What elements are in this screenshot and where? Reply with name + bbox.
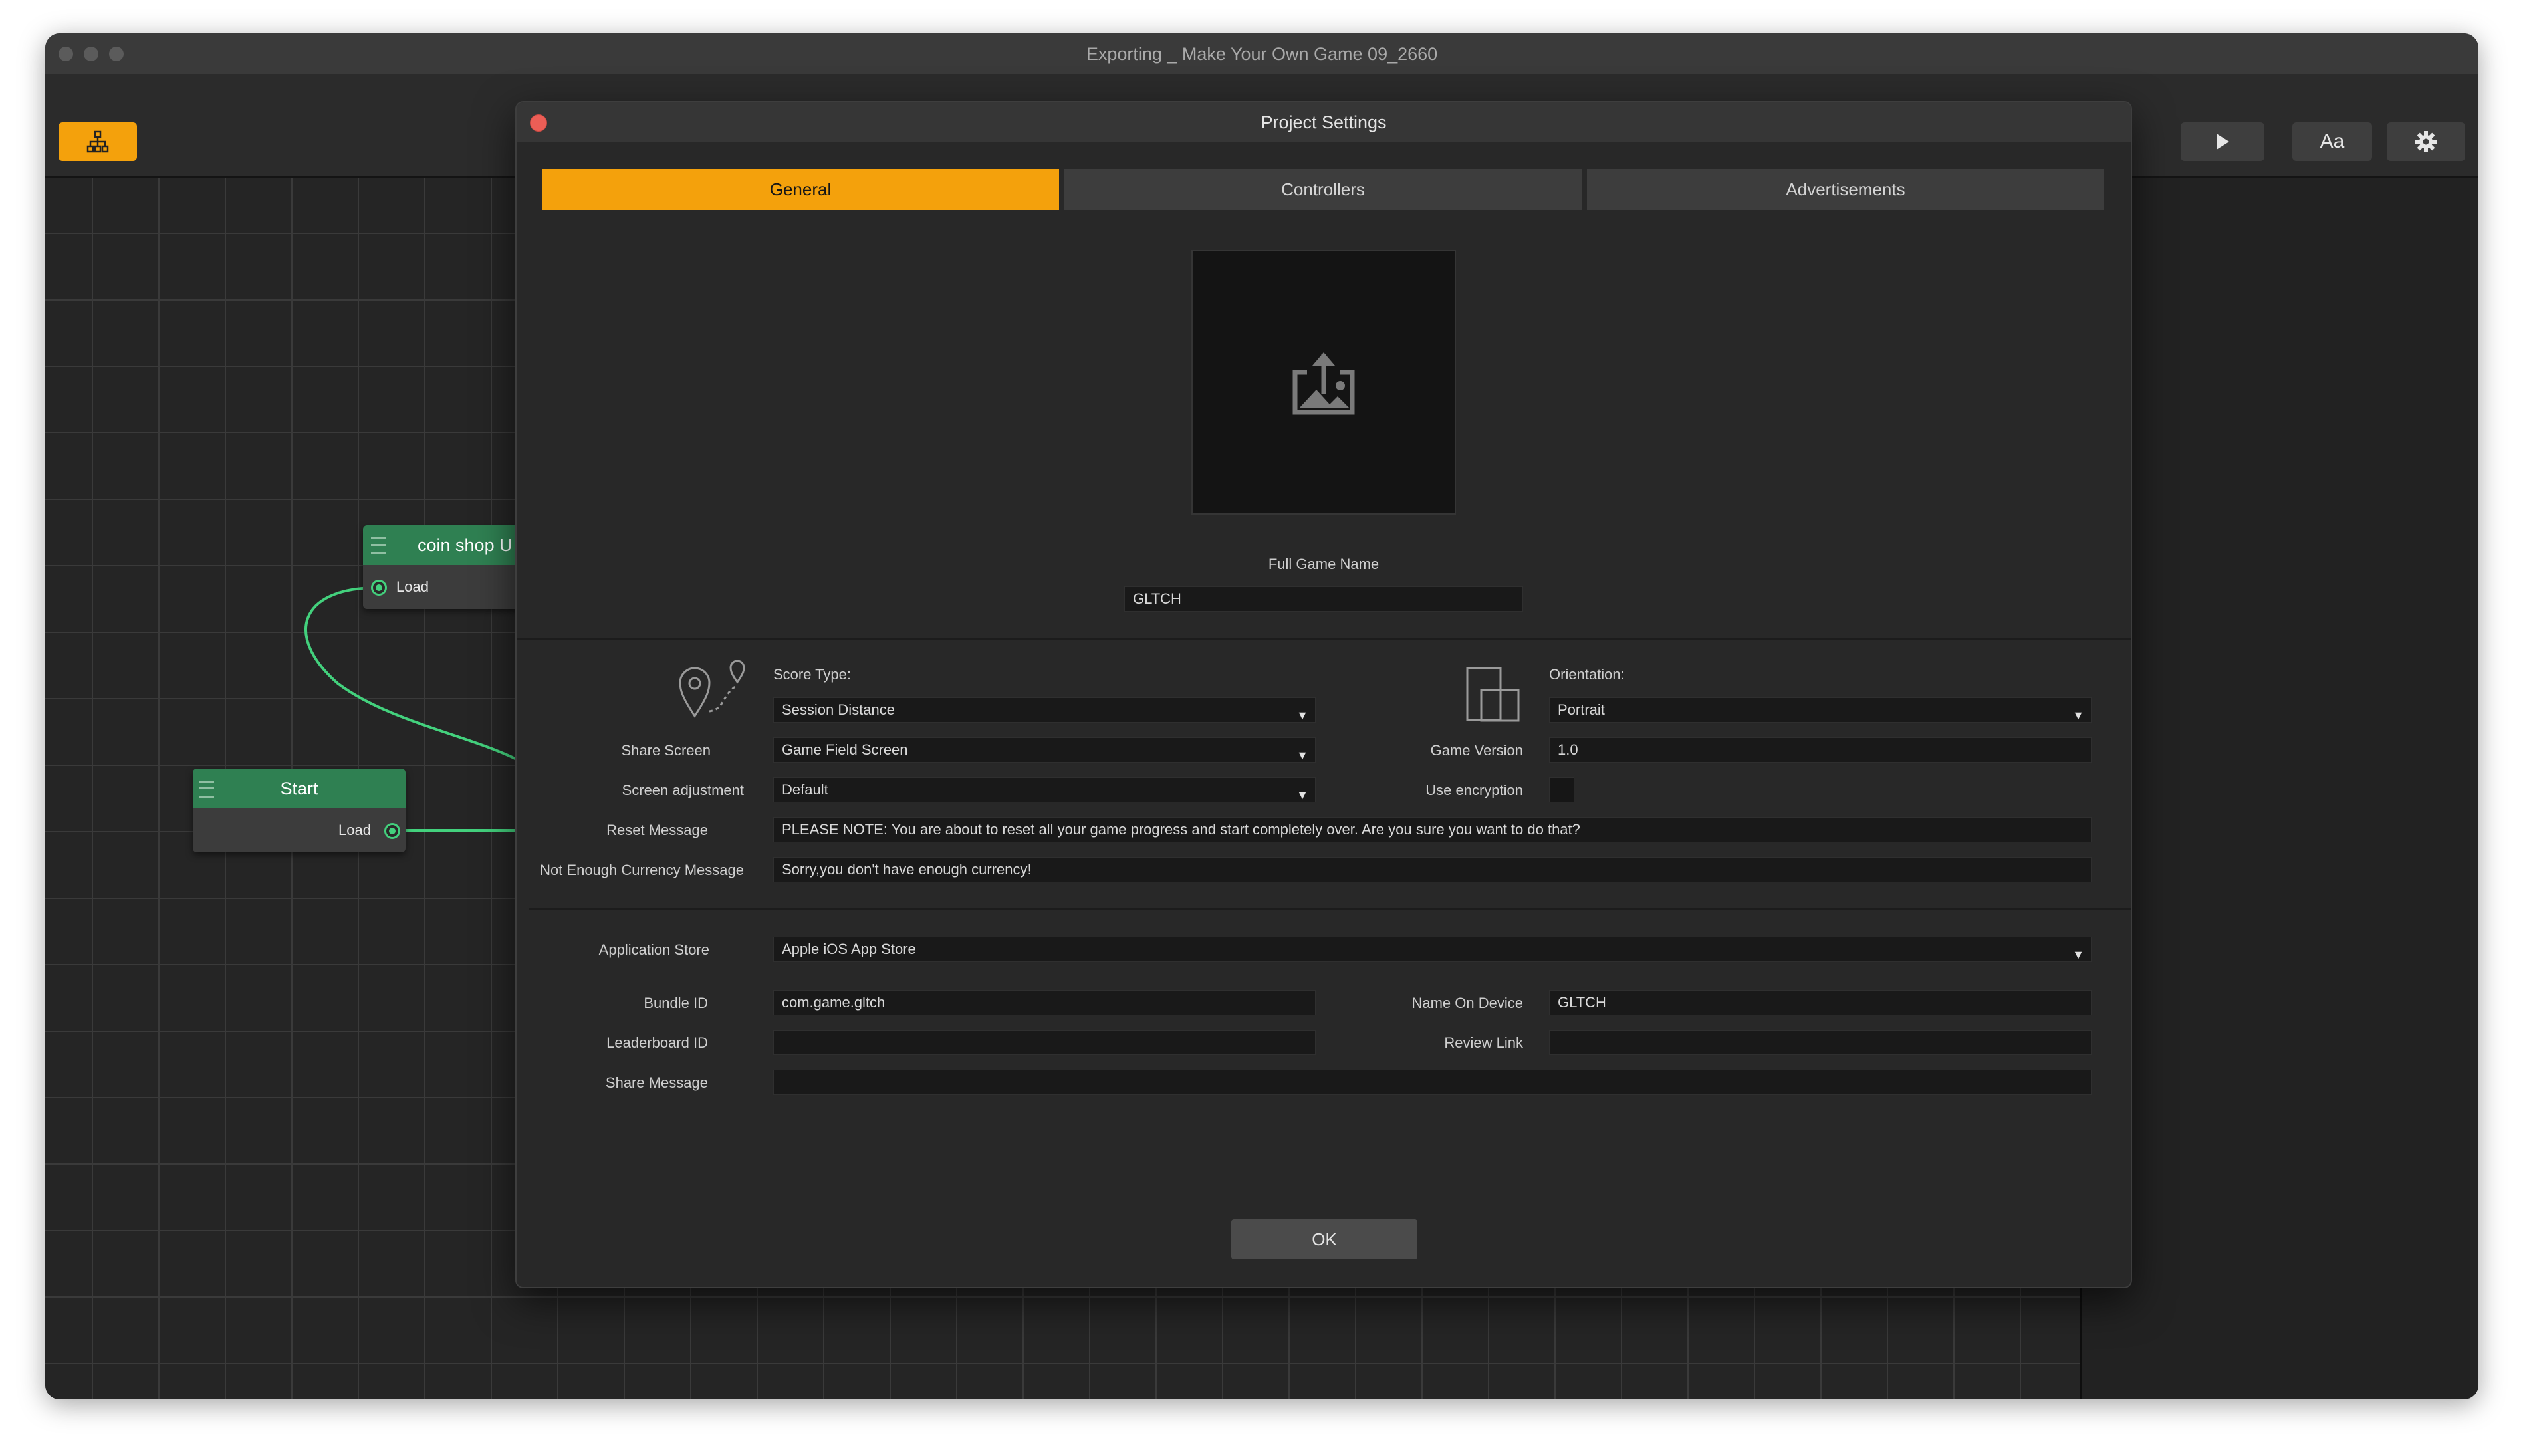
image-upload-icon bbox=[1292, 352, 1355, 415]
share-screen-value: Game Field Screen bbox=[782, 741, 908, 758]
dialog-title: Project Settings bbox=[517, 102, 2131, 142]
gear-icon bbox=[2415, 131, 2437, 152]
leaderboard-id-field[interactable] bbox=[773, 1030, 1316, 1055]
play-icon bbox=[2217, 134, 2229, 150]
name-on-device-label: Name On Device bbox=[1411, 995, 1523, 1011]
output-port[interactable] bbox=[384, 823, 400, 839]
node-title: coin shop U bbox=[418, 535, 513, 555]
reset-message-field[interactable]: PLEASE NOTE: You are about to reset all … bbox=[773, 817, 2092, 842]
port-label: Load bbox=[338, 822, 371, 838]
share-screen-select[interactable]: Game Field Screen ▼ bbox=[773, 737, 1316, 763]
ok-button[interactable]: OK bbox=[1231, 1219, 1417, 1259]
hierarchy-button[interactable] bbox=[59, 122, 137, 161]
full-game-name-field[interactable]: GLTCH bbox=[1124, 586, 1523, 612]
game-version-label: Game Version bbox=[1430, 742, 1523, 759]
not-enough-currency-field[interactable]: Sorry,you don't have enough currency! bbox=[773, 857, 2092, 882]
share-message-label: Share Message bbox=[605, 1074, 708, 1091]
chevron-down-icon: ▼ bbox=[1296, 749, 1308, 762]
score-type-label: Score Type: bbox=[773, 666, 851, 683]
tab-general[interactable]: General bbox=[542, 169, 1059, 210]
orientation-select[interactable]: Portrait ▼ bbox=[1549, 697, 2092, 723]
bundle-id-field[interactable]: com.game.gltch bbox=[773, 990, 1316, 1015]
bundle-id-label: Bundle ID bbox=[644, 995, 708, 1011]
orientation-label: Orientation: bbox=[1549, 666, 1625, 683]
node-start[interactable]: Start Load bbox=[193, 769, 406, 852]
menu-icon[interactable] bbox=[371, 537, 386, 554]
project-settings-dialog: Project Settings General Controllers Adv… bbox=[515, 101, 2132, 1288]
hierarchy-icon bbox=[86, 130, 109, 153]
title-bar: Exporting _ Make Your Own Game 09_2660 bbox=[45, 33, 2478, 74]
use-encryption-label: Use encryption bbox=[1425, 782, 1523, 798]
score-type-select[interactable]: Session Distance ▼ bbox=[773, 697, 1316, 723]
orientation-icon bbox=[1466, 667, 1520, 722]
play-button[interactable] bbox=[2181, 122, 2264, 161]
port-label: Load bbox=[396, 578, 429, 595]
review-link-field[interactable] bbox=[1549, 1030, 2092, 1055]
font-button[interactable]: Aa bbox=[2292, 122, 2372, 161]
window-title: Exporting _ Make Your Own Game 09_2660 bbox=[1086, 44, 1438, 64]
wire-coin-shop bbox=[304, 586, 525, 765]
share-screen-label: Share Screen bbox=[621, 742, 711, 759]
section-divider bbox=[517, 638, 2131, 640]
node-coin-shop[interactable]: coin shop U Load bbox=[363, 525, 536, 609]
menu-icon[interactable] bbox=[199, 781, 214, 798]
application-store-label: Application Store bbox=[598, 941, 709, 958]
not-enough-currency-label: Not Enough Currency Message bbox=[540, 862, 744, 878]
node-title: Start bbox=[280, 778, 318, 798]
close-dialog-button[interactable] bbox=[530, 114, 547, 132]
section-divider bbox=[529, 908, 2131, 910]
screen-adjustment-label: Screen adjustment bbox=[622, 782, 744, 798]
review-link-label: Review Link bbox=[1444, 1034, 1523, 1051]
share-message-field[interactable] bbox=[773, 1070, 2092, 1095]
application-store-select[interactable]: Apple iOS App Store ▼ bbox=[773, 937, 2092, 962]
chevron-down-icon: ▼ bbox=[1296, 789, 1308, 802]
application-store-value: Apple iOS App Store bbox=[782, 941, 916, 957]
chevron-down-icon: ▼ bbox=[1296, 709, 1308, 722]
tab-advertisements[interactable]: Advertisements bbox=[1587, 169, 2104, 210]
inspector-panel bbox=[2080, 178, 2478, 1399]
location-pin-icon bbox=[679, 660, 745, 718]
tab-controllers[interactable]: Controllers bbox=[1064, 169, 1582, 210]
reset-message-label: Reset Message bbox=[606, 822, 708, 838]
score-type-value: Session Distance bbox=[782, 701, 895, 718]
chevron-down-icon: ▼ bbox=[2072, 709, 2084, 722]
game-version-field[interactable]: 1.0 bbox=[1549, 737, 2092, 763]
full-game-name-label: Full Game Name bbox=[1268, 556, 1380, 572]
orientation-value: Portrait bbox=[1558, 701, 1605, 718]
chevron-down-icon: ▼ bbox=[2072, 948, 2084, 961]
input-port[interactable] bbox=[371, 580, 387, 596]
use-encryption-checkbox[interactable] bbox=[1549, 777, 1574, 802]
game-icon-dropzone[interactable] bbox=[1191, 250, 1456, 515]
leaderboard-id-label: Leaderboard ID bbox=[606, 1034, 708, 1051]
screen-adjustment-select[interactable]: Default ▼ bbox=[773, 777, 1316, 802]
screen-adjustment-value: Default bbox=[782, 781, 828, 798]
name-on-device-field[interactable]: GLTCH bbox=[1549, 990, 2092, 1015]
settings-button[interactable] bbox=[2387, 122, 2465, 161]
